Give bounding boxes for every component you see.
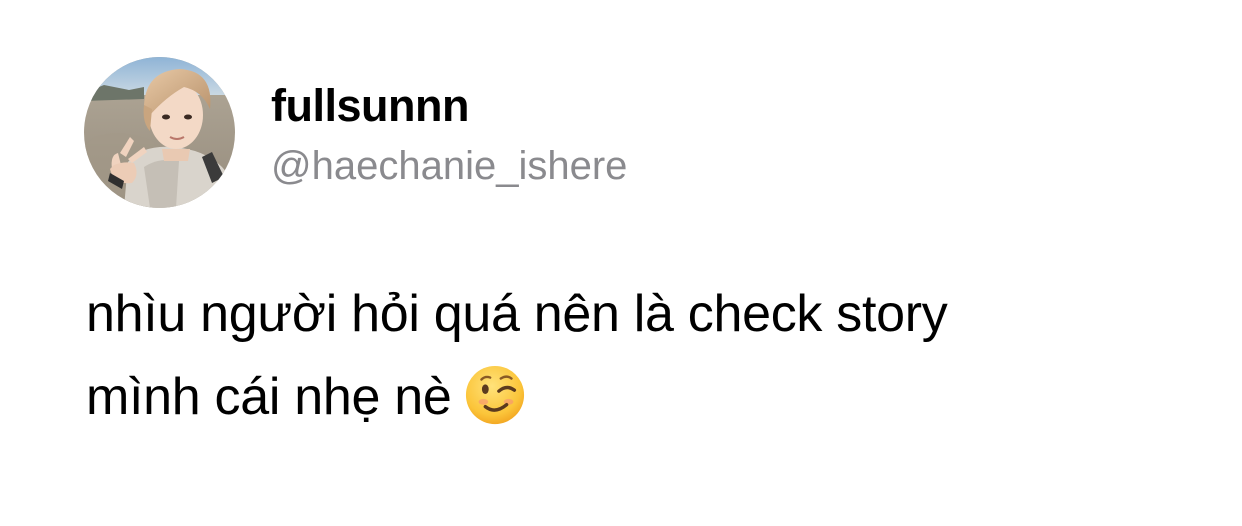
user-handle[interactable]: @haechanie_ishere <box>271 142 627 190</box>
display-name[interactable]: fullsunnn <box>271 80 469 132</box>
avatar[interactable] <box>84 57 235 208</box>
tweet-text-line-1: nhìu người hỏi quá nên là check story <box>86 285 948 343</box>
tweet-text-line-2: mình cái nhẹ nè <box>86 368 452 426</box>
winking-face-emoji-icon <box>465 365 524 425</box>
tweet-text: nhìu người hỏi quá nên là check story mì… <box>86 282 1166 428</box>
tweet-card: fullsunnn @haechanie_ishere nhìu người h… <box>0 0 1242 526</box>
profile-photo-icon <box>84 57 235 208</box>
tweet-text-line-2-wrapper: mình cái nhẹ nè <box>86 364 1166 428</box>
